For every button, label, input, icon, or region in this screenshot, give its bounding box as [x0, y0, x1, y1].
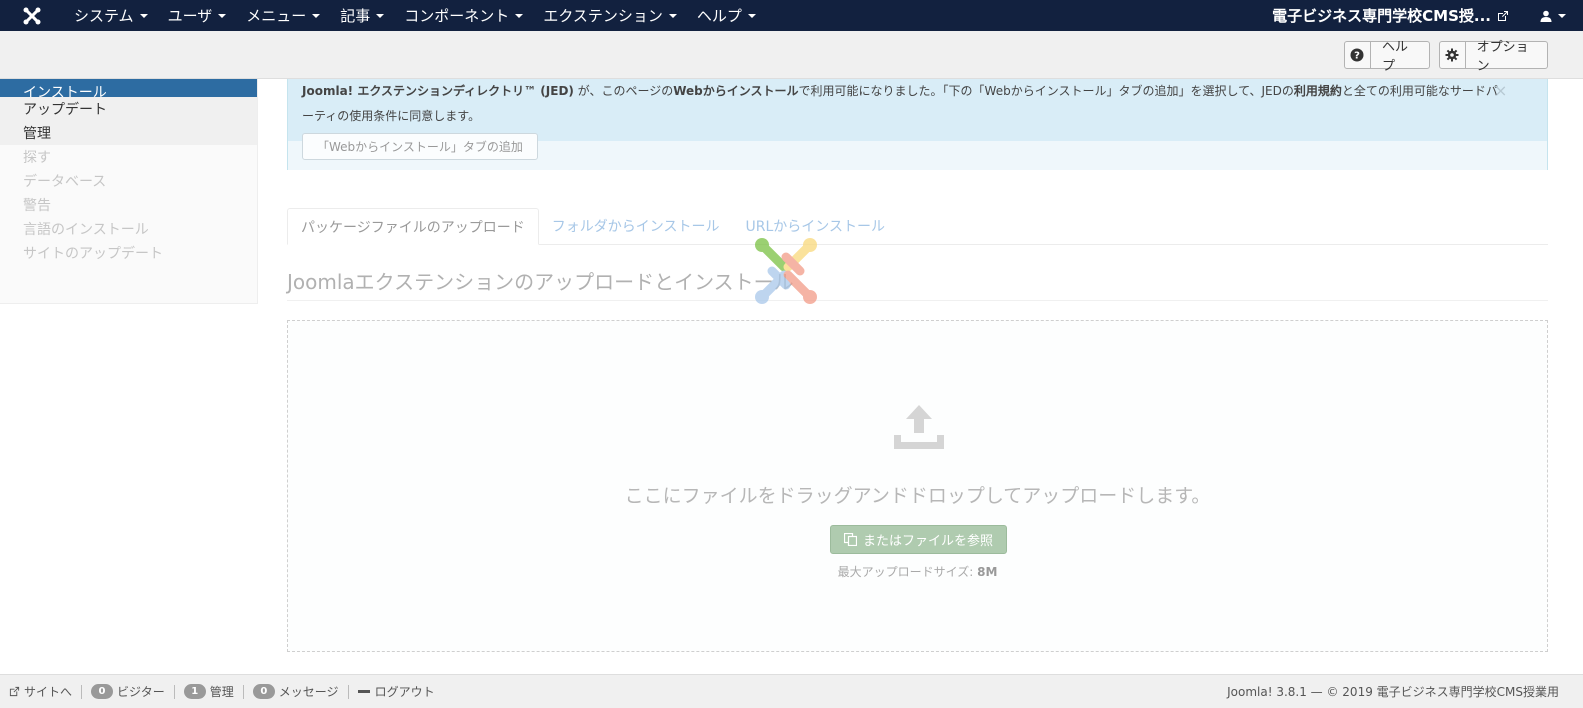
drag-drop-upload-area[interactable]: ここにファイルをドラッグアンドドロップしてアップロードします。 またはファイルを…	[287, 320, 1548, 652]
install-tabs: パッケージファイルのアップロード フォルダからインストール URLからインストー…	[287, 208, 1548, 245]
caret-down-icon	[668, 13, 677, 18]
external-link-icon	[9, 686, 20, 697]
drop-instruction: ここにファイルをドラッグアンドドロップしてアップロードします。	[624, 485, 1211, 507]
section-title: Joomlaエクステンションのアップロードとインストール	[287, 266, 1548, 301]
visitors-badge: 0	[91, 684, 114, 699]
alert-message: Joomla! エクステンションディレクトリ™ (JED) が、このページのWe…	[302, 84, 1498, 123]
joomla-loading-icon	[755, 238, 817, 304]
logout-link[interactable]: ログアウト	[349, 683, 444, 700]
add-install-from-web-tab-button[interactable]: 「Webからインストール」タブの追加	[302, 133, 538, 160]
menu-components[interactable]: コンポーネント	[394, 0, 533, 31]
version-info: Joomla! 3.8.1 — © 2019 電子ビジネス専門学校CMS授業用	[1227, 685, 1559, 699]
sidebar-item-warnings[interactable]: 警告	[0, 193, 257, 217]
view-site-link[interactable]: サイトへ	[0, 683, 81, 700]
external-link-icon	[1498, 10, 1508, 21]
admins-link[interactable]: 1 管理	[175, 683, 243, 700]
svg-text:?: ?	[1355, 51, 1361, 62]
help-button[interactable]: ? ヘルプ	[1344, 40, 1430, 74]
menu-content[interactable]: 記事	[330, 0, 394, 31]
close-icon[interactable]: ×	[1494, 81, 1507, 100]
user-icon	[1540, 10, 1552, 22]
gear-icon	[1440, 42, 1466, 68]
caret-down-icon	[139, 13, 148, 18]
menu-extensions[interactable]: エクステンション	[533, 0, 687, 31]
caret-down-icon	[312, 13, 321, 18]
menu-users[interactable]: ユーザ	[158, 0, 237, 31]
sidebar: インストール アップデート 管理 探す データベース 警告 言語のインストール …	[0, 79, 258, 304]
sidebar-item-database[interactable]: データベース	[0, 169, 257, 193]
messages-link[interactable]: 0 メッセージ	[244, 683, 348, 700]
minus-icon	[357, 689, 370, 693]
caret-down-icon	[218, 13, 227, 18]
sidebar-item-manage[interactable]: 管理	[0, 121, 257, 145]
caret-down-icon	[515, 13, 524, 18]
caret-down-icon	[1558, 13, 1566, 18]
options-button[interactable]: オプション	[1439, 40, 1548, 74]
tab-upload-package[interactable]: パッケージファイルのアップロード	[287, 208, 539, 245]
status-footer: サイトへ 0 ビジター 1 管理 0 メッセージ ログアウト Joomla! 3.8.…	[0, 674, 1583, 708]
max-upload-size: 最大アップロードサイズ: 8M	[837, 565, 998, 579]
top-navbar: システム ユーザ メニュー 記事 コンポーネント エクステンション ヘルプ 電子…	[0, 0, 1583, 31]
copy-icon	[843, 533, 857, 546]
menu-system[interactable]: システム	[64, 0, 158, 31]
caret-down-icon	[376, 13, 385, 18]
toolbar: ? ヘルプ オプション	[0, 31, 1583, 79]
jed-alert: Joomla! エクステンションディレクトリ™ (JED) が、このページのWe…	[287, 79, 1548, 170]
sidebar-item-discover[interactable]: 探す	[0, 145, 257, 169]
user-menu[interactable]	[1523, 0, 1583, 31]
tab-install-from-folder[interactable]: フォルダからインストール	[539, 208, 733, 244]
sidebar-item-update[interactable]: アップデート	[0, 97, 257, 121]
main-menu: システム ユーザ メニュー 記事 コンポーネント エクステンション ヘルプ	[64, 0, 766, 31]
menu-help[interactable]: ヘルプ	[687, 0, 766, 31]
admins-badge: 1	[183, 684, 206, 699]
question-circle-icon: ?	[1345, 42, 1371, 68]
menu-menus[interactable]: メニュー	[236, 0, 330, 31]
joomla-logo-icon[interactable]	[0, 0, 64, 31]
sidebar-item-install-languages[interactable]: 言語のインストール	[0, 217, 257, 241]
caret-down-icon	[747, 13, 756, 18]
site-name-link[interactable]: 電子ビジネス専門学校CMS授...	[1272, 5, 1523, 26]
sidebar-item-install[interactable]: インストール	[0, 79, 257, 97]
browse-file-button[interactable]: またはファイルを参照	[830, 525, 1007, 554]
sidebar-item-update-sites[interactable]: サイトのアップデート	[0, 241, 257, 265]
visitors-link[interactable]: 0 ビジター	[82, 683, 174, 700]
upload-icon	[894, 405, 944, 449]
messages-badge: 0	[252, 684, 275, 699]
